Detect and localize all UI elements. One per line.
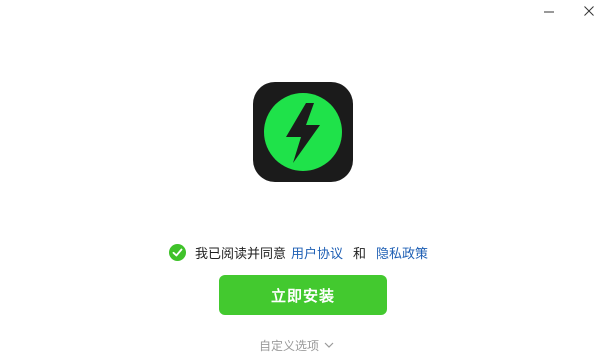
agreement-conjunction: 和	[353, 246, 367, 262]
chevron-down-icon	[324, 342, 334, 348]
agree-checkbox[interactable]	[169, 243, 186, 261]
close-button[interactable]	[572, 0, 605, 22]
minimize-icon	[544, 6, 554, 16]
privacy-policy-link[interactable]: 隐私政策	[376, 243, 428, 262]
agreement-prefix: 我已阅读并同意	[195, 246, 287, 262]
app-logo	[253, 82, 353, 182]
check-circle-icon	[172, 248, 183, 256]
minimize-button[interactable]	[532, 0, 566, 22]
installer-window: 我已阅读并同意 用户协议 和 隐私政策 立即安装 自定义选项	[0, 0, 605, 362]
close-icon	[584, 6, 594, 16]
install-now-button[interactable]: 立即安装	[219, 275, 387, 315]
custom-options-label: 自定义选项	[259, 338, 320, 353]
custom-options-toggle[interactable]: 自定义选项	[259, 336, 334, 354]
lightning-bolt-icon	[262, 91, 344, 173]
user-agreement-link[interactable]: 用户协议	[291, 243, 343, 262]
agreement-row: 我已阅读并同意 用户协议 和 隐私政策	[169, 242, 428, 262]
